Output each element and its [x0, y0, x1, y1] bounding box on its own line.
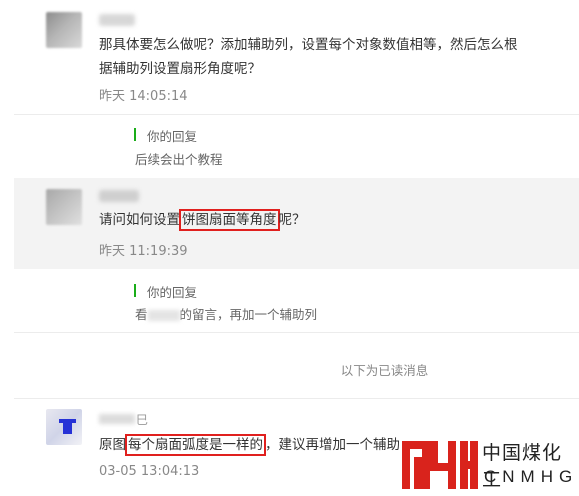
divider [14, 114, 579, 115]
redacted-name [147, 310, 180, 321]
comment-text: 原图 每个扇面弧度是一样的 ，建议再增加一个辅助 [99, 433, 400, 457]
comment-text-part: ，建议再增加一个辅助 [265, 437, 400, 453]
logo-mark-icon [400, 437, 480, 493]
comment-text: 那具体要怎么做呢？添加辅助列，设置每个对象数值相等，然后怎么根 据辅助列设置扇形… [99, 33, 518, 81]
comment-text-part: 原图 [99, 437, 126, 453]
highlighted-text: 每个扇面弧度是一样的 [125, 434, 266, 456]
comment-timestamp: 03-05 13:04:13 [99, 464, 200, 479]
avatar-mark [63, 420, 72, 434]
commenter-name-suffix: 巳 [136, 413, 149, 427]
divider [14, 398, 579, 399]
read-messages-notice: 以下为已读消息 [340, 363, 429, 378]
commenter-name [99, 190, 139, 202]
reply-text-part: 看 [135, 307, 148, 322]
reply-text: 后续会出个教程 [135, 152, 223, 167]
avatar[interactable] [46, 12, 82, 48]
comment-text-line: 那具体要怎么做呢？添加辅助列，设置每个对象数值相等，然后怎么根 [99, 37, 518, 53]
comment-text: 请问如何设置 饼图扇面等角度 呢？ [99, 208, 306, 232]
reply-label: 你的回复 [147, 285, 198, 300]
comment-timestamp: 昨天 14:05:14 [99, 89, 188, 104]
comment-text-part: 请问如何设置 [99, 212, 180, 228]
reply-text-part: 的留言，再加一个辅助列 [179, 307, 318, 322]
commenter-name [99, 14, 135, 26]
commenter-name [99, 414, 135, 424]
reply-text: 看 的留言，再加一个辅助列 [135, 304, 317, 323]
highlighted-text: 饼图扇面等角度 [179, 209, 280, 231]
avatar[interactable] [46, 189, 82, 225]
reply-marker [134, 128, 136, 141]
avatar[interactable] [46, 409, 82, 445]
comment-timestamp: 昨天 11:19:39 [99, 244, 188, 259]
comment-text-line: 据辅助列设置扇形角度呢？ [99, 61, 261, 77]
reply-marker [134, 284, 136, 297]
reply-label: 你的回复 [147, 129, 198, 144]
divider [14, 332, 579, 333]
logo-text-en: CNMHG [484, 467, 579, 486]
comment-text-part: 呢？ [278, 212, 306, 228]
